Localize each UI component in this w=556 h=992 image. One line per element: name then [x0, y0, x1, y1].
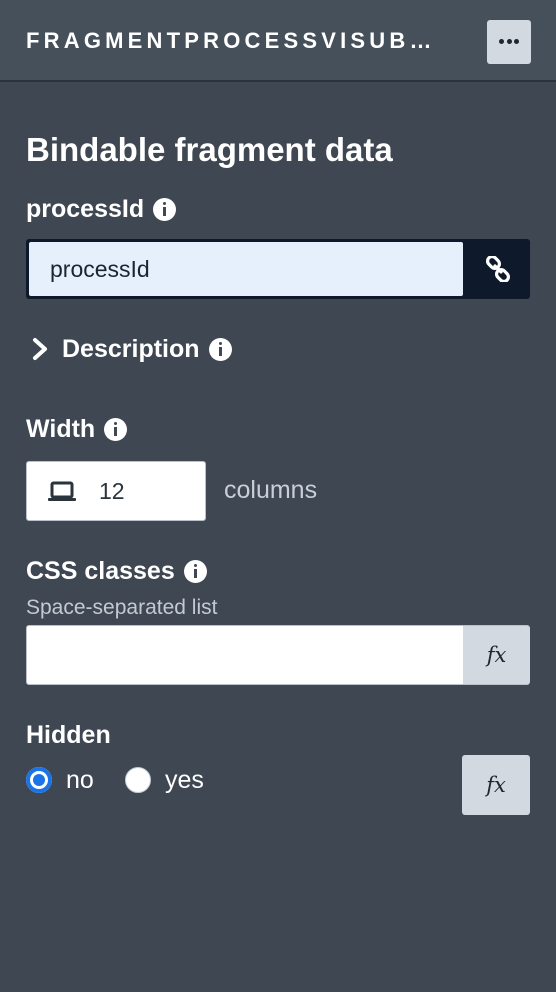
hidden-option-yes[interactable]: yes: [125, 765, 204, 795]
section-title: Bindable fragment data: [26, 131, 393, 168]
info-icon[interactable]: [183, 560, 207, 583]
css-classes-input[interactable]: [27, 626, 463, 684]
panel-header: FRAGMENTPROCESSVISUB…: [0, 0, 556, 82]
process-id-input[interactable]: processId: [29, 242, 463, 296]
description-toggle[interactable]: Description: [62, 335, 232, 364]
laptop-icon: [48, 481, 76, 501]
css-classes-fx-button[interactable]: fx: [463, 626, 530, 684]
hidden-label-row: Hidden: [26, 721, 111, 750]
description-label: Description: [62, 335, 200, 363]
css-classes-label-row: CSS classes: [26, 557, 207, 586]
process-id-field: processId: [26, 239, 530, 299]
css-classes-hint: Space-separated list: [26, 596, 218, 619]
width-input[interactable]: 12: [26, 461, 206, 521]
radio-no-label: no: [66, 765, 94, 794]
hidden-label: Hidden: [26, 721, 111, 749]
radio-yes[interactable]: [125, 767, 151, 793]
more-horizontal-icon: [499, 39, 519, 44]
process-id-label: processId: [26, 195, 145, 223]
css-classes-label: CSS classes: [26, 557, 175, 585]
width-unit: columns: [224, 476, 318, 504]
hidden-fx-button[interactable]: fx: [462, 755, 530, 815]
radio-yes-label: yes: [165, 765, 204, 794]
info-icon[interactable]: [104, 418, 128, 441]
width-value: 12: [99, 478, 125, 504]
info-icon[interactable]: [208, 338, 232, 361]
radio-no[interactable]: [26, 767, 52, 793]
css-classes-field: fx: [26, 625, 530, 685]
process-id-label-row: processId: [26, 195, 177, 224]
link-icon[interactable]: [485, 256, 511, 282]
info-icon[interactable]: [153, 198, 177, 221]
panel-title: FRAGMENTPROCESSVISUB…: [26, 28, 436, 53]
width-label-row: Width: [26, 415, 128, 444]
width-label: Width: [26, 415, 96, 443]
more-options-button[interactable]: [487, 20, 531, 64]
hidden-option-no[interactable]: no: [26, 765, 94, 795]
chevron-right-icon[interactable]: [31, 337, 51, 361]
